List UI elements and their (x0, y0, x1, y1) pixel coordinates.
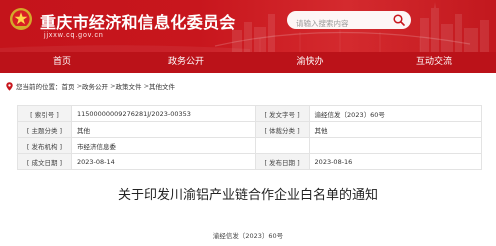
meta-value-index: 11500000009276281J/2023-00353 (70, 105, 256, 122)
meta-value-publisher: 市经济信息委 (70, 137, 256, 154)
breadcrumb-link-policy-documents[interactable]: 政策文件 (116, 81, 142, 91)
site-title[interactable]: 重庆市经济和信息化委员会 (40, 9, 236, 33)
search-box (287, 11, 411, 33)
search-input[interactable] (287, 14, 391, 33)
breadcrumb-separator: > (141, 82, 150, 90)
meta-label-publish-date: [ 发布日期 ] (254, 153, 310, 170)
meta-label-topic: [ 主题分类 ] (17, 121, 72, 138)
meta-row-dates: [ 成文日期 ] 2023-08-14 [ 发布日期 ] 2023-08-16 (17, 153, 483, 170)
main-nav: 首页 政务公开 渝快办 互动交流 (0, 52, 496, 73)
meta-row-category: [ 主题分类 ] 其他 [ 体裁分类 ] 其他 (17, 121, 483, 138)
search-button[interactable] (392, 13, 406, 27)
meta-value-topic: 其他 (70, 121, 256, 138)
meta-empty-cell (308, 137, 483, 154)
breadcrumb: 您当前的位置： 首页 > 政务公开 > 政策文件 > 其他文件 (6, 80, 175, 92)
meta-label-written-date: [ 成文日期 ] (17, 153, 72, 170)
nav-item-interaction[interactable]: 互动交流 (372, 52, 496, 73)
nav-item-yukuaiban[interactable]: 渝快办 (248, 52, 372, 73)
breadcrumb-link-other-documents[interactable]: 其他文件 (149, 81, 175, 91)
meta-label-doc-number: [ 发文字号 ] (254, 105, 310, 122)
meta-label-publisher: [ 发布机构 ] (17, 137, 72, 154)
nav-item-home[interactable]: 首页 (0, 52, 124, 73)
meta-value-doc-number: 渝经信发〔2023〕60号 (308, 105, 483, 122)
emblem-logo (10, 8, 32, 30)
meta-label-index: [ 索引号 ] (17, 105, 72, 122)
breadcrumb-link-home[interactable]: 首页 (62, 81, 75, 91)
meta-row-index: [ 索引号 ] 11500000009276281J/2023-00353 [ … (17, 105, 483, 122)
breadcrumb-prefix: 您当前的位置： (16, 83, 62, 91)
document-meta-table: [ 索引号 ] 11500000009276281J/2023-00353 [ … (17, 105, 483, 170)
nav-item-government-affairs[interactable]: 政务公开 (124, 52, 248, 73)
breadcrumb-separator: > (74, 82, 83, 90)
article-title: 关于印发川渝铝产业链合作企业白名单的通知 (117, 188, 378, 203)
article-doc-number: 渝经信发〔2023〕60号 (212, 232, 284, 240)
breadcrumb-separator: > (108, 82, 116, 90)
site-domain: jjxxw.cq.gov.cn (44, 32, 104, 39)
meta-value-publish-date: 2023-08-16 (308, 153, 483, 170)
meta-value-written-date: 2023-08-14 (70, 153, 256, 170)
search-icon (393, 14, 405, 26)
meta-row-publisher: [ 发布机构 ] 市经济信息委 (17, 137, 483, 154)
site-header-banner: 重庆市经济和信息化委员会 jjxxw.cq.gov.cn (0, 0, 496, 52)
meta-empty-cell (254, 137, 310, 154)
meta-label-genre: [ 体裁分类 ] (254, 121, 310, 138)
meta-value-genre: 其他 (308, 121, 483, 138)
breadcrumb-link-government-affairs[interactable]: 政务公开 (82, 81, 108, 91)
location-pin-icon (6, 81, 13, 91)
